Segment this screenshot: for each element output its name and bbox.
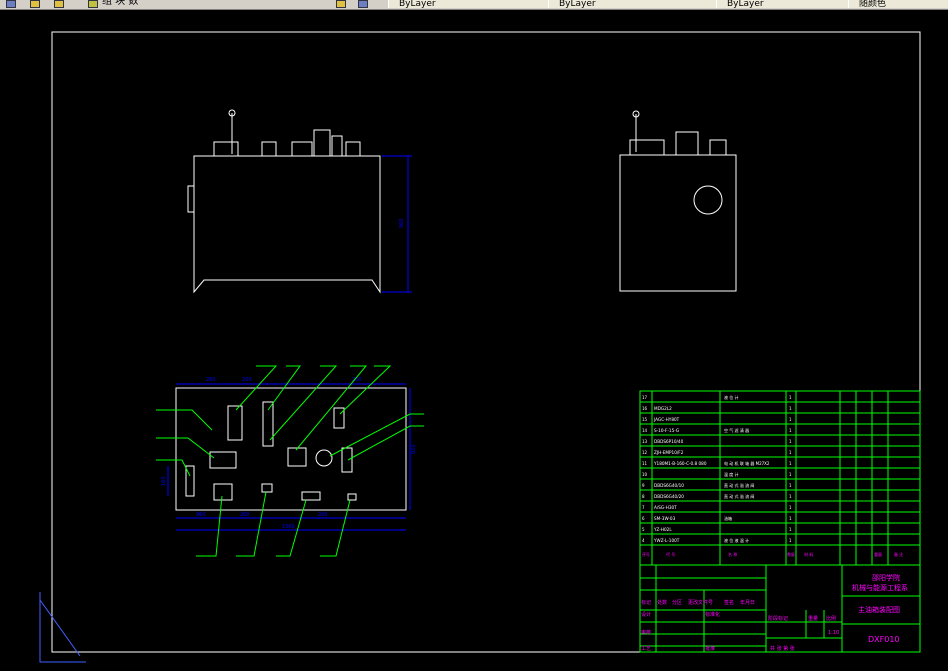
lock-icon[interactable] [54, 0, 64, 8]
plan-dim-bottom-4: 1560 [282, 524, 295, 530]
bom-cell-no: 10 [642, 472, 648, 477]
plan-dim-top-2: 200 [242, 377, 252, 383]
layer-name[interactable]: 组 块 数 [102, 0, 138, 8]
bom-cell-no: 16 [642, 406, 648, 411]
plan-dim-bottom-2: 200 [240, 512, 250, 518]
bom-h-code: 代 号 [666, 551, 675, 557]
bom-cell-name: 温 度 计 [724, 471, 739, 477]
bom-cell-name: 空 气 滤 清 器 [724, 427, 749, 433]
tb-mark: 标记 [641, 599, 651, 606]
layer-states-icon[interactable] [358, 0, 368, 8]
bom-cell-no: 12 [642, 450, 648, 455]
linetype-dropdown[interactable]: ByLayer [548, 0, 720, 8]
tb-process: 工艺 [641, 646, 651, 652]
front-height-label: 960 [399, 218, 405, 228]
bom-cell-code: S-10-F-15-G [654, 428, 679, 433]
plotstyle-dropdown[interactable]: 随颜色 [848, 0, 948, 8]
bom-cell-code: DBDS6G40/10 [654, 483, 684, 488]
bom-cell-name: 直 动 式 溢 流 阀 [724, 493, 754, 499]
bom-h-weight: 重量 [874, 551, 882, 557]
bom-h-qty: 数量 [787, 551, 795, 557]
bom-cell-no: 15 [642, 417, 648, 422]
plan-dim-top-3: 200 [352, 377, 362, 383]
bom-cell-no: 13 [642, 439, 648, 444]
bom-cell-code: MDG2L2 [654, 406, 672, 411]
tb-zone: 分区 [672, 599, 682, 606]
bom-cell-code: A/SG-H30T [654, 505, 677, 510]
plan-dim-top-1: 260 [206, 377, 216, 383]
drawing-canvas[interactable]: 960 260 200 200 960 200 200 1560 920 160… [0, 10, 948, 671]
tb-design: 设计 [641, 611, 651, 618]
bom-cell-code: JAGC-HY80T [653, 417, 680, 422]
tb-stage: 阶段标记 [768, 615, 788, 622]
tb-scale: 1:10 [828, 630, 839, 636]
bom-h-name: 名 称 [728, 551, 737, 557]
bom-cell-no: 17 [642, 395, 648, 400]
bom-cell-no: 11 [642, 461, 648, 466]
bom-cell-code: SM-3W-03 [654, 516, 676, 521]
bom-h-no: 序号 [642, 551, 650, 557]
tb-review: 审核 [641, 629, 651, 636]
tb-dept: 机械与能源工程系 [852, 583, 908, 592]
bom-h-remark: 备 注 [894, 551, 903, 557]
tb-standard: 标准化 [705, 611, 720, 618]
lineweight-dropdown[interactable]: ByLayer [716, 0, 852, 8]
tb-drawing-no: DXF010 [868, 635, 900, 644]
bom-cell-code: ZJH-EMP10/F2 [654, 450, 684, 455]
tb-count: 处数 [657, 599, 667, 606]
bom-cell-name: 液 位 液 温 计 [724, 537, 749, 543]
plan-dim-right: 920 [411, 444, 417, 454]
tb-sheet: 共 张 第 张 [770, 645, 795, 652]
tb-approve: 批准 [705, 645, 715, 652]
freeze-icon[interactable] [30, 0, 40, 8]
bom-cell-name: 液 位 计 [724, 394, 739, 400]
cad-toolbar: 组 块 数 ByLayer ByLayer ByLayer 随颜色 [0, 0, 948, 10]
plan-dim-bottom-1: 960 [196, 512, 206, 518]
plan-dim-left: 160 [161, 476, 167, 486]
bom-cell-code: Y180M1-B-160-C-0.8 080 [653, 461, 707, 466]
bom-cell-code: YWZ-L-100T [653, 538, 680, 543]
tb-ratio: 比例 [826, 615, 836, 622]
bom-cell-name: 电 动 机 联 轴 器 M27X2 [724, 460, 770, 466]
tb-date: 年月日 [740, 599, 755, 606]
layer-prev-icon[interactable] [336, 0, 346, 8]
tb-weight: 重量 [808, 615, 818, 622]
color-icon[interactable] [88, 0, 98, 8]
bom-cell-code: DBDS6P10/40 [654, 439, 684, 444]
bom-cell-code: DBDS6G40/20 [654, 494, 684, 499]
color-dropdown[interactable]: ByLayer [388, 0, 550, 8]
bom-cell-name: 直 动 式 溢 流 阀 [724, 482, 754, 488]
plan-dim-bottom-3: 200 [318, 512, 328, 518]
bom-h-material: 材 料 [804, 551, 813, 557]
bom-cell-no: 14 [642, 428, 648, 433]
tb-sign: 签名 [724, 599, 734, 606]
tb-school: 邵阳学院 [872, 573, 900, 582]
layer-icon[interactable] [6, 0, 16, 8]
bom-cell-name: 油箱 [724, 515, 732, 521]
tb-change: 更改文件号 [688, 599, 713, 606]
bom-cell-code: YZ-H02L [653, 527, 672, 532]
tb-drawing-name: 主油箱装配图 [858, 605, 900, 614]
